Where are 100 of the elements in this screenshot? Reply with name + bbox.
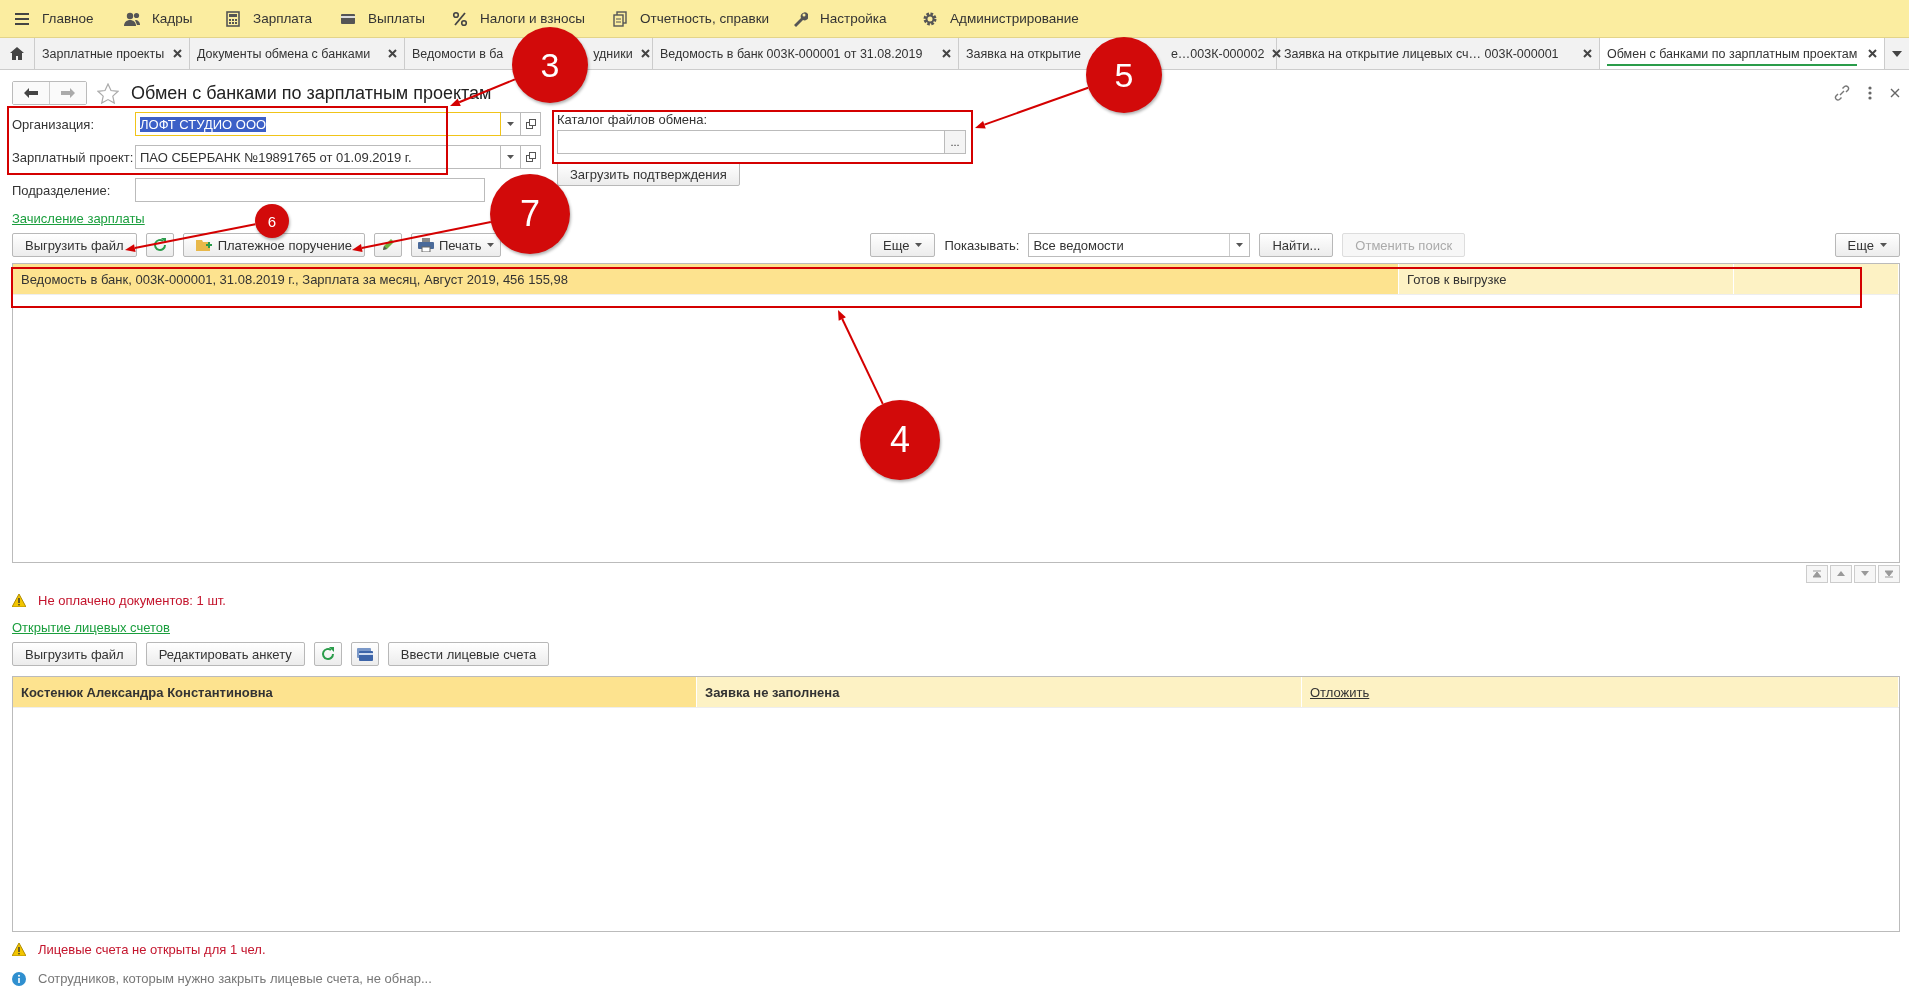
table-cell: Заявка не заполнена [697,677,1302,707]
refresh-button[interactable] [313,642,342,666]
arrow-right-icon [61,88,75,98]
open-icon [525,152,536,162]
refresh-icon [320,647,335,661]
warning-text: Не оплачено документов: 1 шт. [38,593,226,608]
scroll-down-button[interactable] [1854,565,1876,583]
back-button[interactable] [13,82,49,104]
export-button[interactable]: Выгрузить файл [12,233,137,257]
filter-select[interactable]: Все ведомости [1028,233,1251,257]
arrow-down-icon [1861,570,1869,578]
arrow-top-icon [1813,570,1821,578]
people-icon [124,10,140,27]
close-icon[interactable] [942,49,951,58]
table-row[interactable]: Костенюк Александра Константиновна Заявка не заполнена Отложить [13,677,1899,708]
calculator-icon [225,10,241,27]
info-icon [12,971,26,986]
menu-item[interactable]: Налоги и взносы [452,10,612,27]
input-field[interactable] [135,178,485,202]
enter-accounts-button[interactable]: Ввести лицевые счета [387,642,550,666]
field-label: Зарплатный проект: [12,149,135,165]
input-field[interactable] [557,130,944,154]
more-button[interactable]: Еще [1834,233,1900,257]
table-cell: Готов к выгрузке [1399,264,1734,294]
table-row[interactable]: Ведомость в банк, 003К-000001, 31.08.2019 г., Зарплата за месяц, Август 2019, 456 155,98 Готов к выгрузке [13,264,1899,295]
browse-button[interactable]: ... [944,130,966,154]
pencil-icon [380,238,395,252]
scroll-top-button[interactable] [1806,565,1828,583]
arrow-left-icon [24,88,38,98]
close-icon[interactable] [1272,49,1282,58]
more-button[interactable]: Еще [870,233,936,257]
refresh-button[interactable] [145,233,174,257]
menu-item[interactable]: Администрирование [922,10,1079,27]
folder-plus-icon [195,238,212,252]
filter-label: Показывать: [944,237,1020,253]
find-button[interactable]: Найти... [1259,233,1334,257]
refresh-icon [152,238,167,252]
menu-item[interactable]: Отчетность, справки [612,10,792,27]
export-button[interactable]: Выгрузить файл [12,642,137,666]
table-cell: Костенюк Александра Константиновна [13,677,697,707]
tab[interactable]: Обмен с банками по зарплатным проектам [1600,38,1885,69]
dropdown-button[interactable] [501,145,521,169]
document-icon [612,10,628,27]
section-link[interactable]: Открытие лицевых счетов [12,620,170,635]
callout-number: 7 [490,174,570,254]
input-field[interactable]: ПАО СБЕРБАНК №19891765 от 01.09.2019 г. [135,145,501,169]
star-icon[interactable] [97,82,119,104]
caret-icon [1880,243,1887,247]
warning-icon [12,594,26,607]
print-button[interactable]: Печать [410,233,501,257]
home-icon [10,47,24,60]
menu-item[interactable]: Зарплата [225,10,340,27]
warning-icon [12,943,26,956]
payment-button[interactable]: Платежное поручение [182,233,365,257]
caret-icon [507,155,514,159]
open-button[interactable] [521,112,541,136]
tab[interactable]: Зарплатные проекты [35,38,190,69]
table-cell: Ведомость в банк, 003К-000001, 31.08.2019 г., Зарплата за месяц, Август 2019, 456 155,98 [13,264,1399,294]
field-label: Организация: [12,116,96,132]
load-button[interactable]: Загрузить подтверждения [557,162,740,186]
arrow-bottom-icon [1885,570,1893,578]
printer-icon [417,238,434,252]
menu-icon [14,10,30,27]
callout-number: 4 [860,400,940,480]
edit-form-button[interactable]: Редактировать анкету [145,642,305,666]
callout-number: 6 [255,204,289,238]
close-icon[interactable] [388,49,397,58]
tab[interactable]: Ведомость в банк 003К-000001 от 31.08.2019 [653,38,959,69]
caret-icon [1236,243,1244,247]
dropdown-icon[interactable] [1892,50,1902,57]
info-text: Сотрудников, которым нужно закрыть лицевые счета, не обнар... [38,971,432,986]
more-icon[interactable] [1868,86,1872,100]
link-icon[interactable] [1834,85,1850,101]
wrench-icon [792,10,808,27]
cards-icon [356,647,373,661]
scroll-bottom-button[interactable] [1878,565,1900,583]
scroll-up-button[interactable] [1830,565,1852,583]
gear-icon [922,10,938,27]
field-label: Каталог файлов обмена: [557,112,709,129]
menu-item[interactable]: Главное [14,10,124,27]
menu-item[interactable]: Выплаты [340,10,452,27]
postpone-link[interactable]: Отложить [1310,684,1370,700]
input-field[interactable]: ЛОФТ СТУДИО ООО [135,112,501,136]
tab[interactable]: Документы обмена с банками [190,38,405,69]
field-label: Подразделение: [12,182,112,198]
dropdown-button[interactable] [501,112,521,136]
menu-item[interactable]: Настройка [792,10,922,27]
arrow-up-icon [1837,570,1845,578]
close-icon[interactable] [1890,88,1900,98]
close-icon[interactable] [173,49,182,58]
open-icon [525,119,536,129]
menu-item[interactable]: Кадры [124,10,225,27]
close-icon[interactable] [1583,49,1592,58]
warning-text: Лицевые счета не открыты для 1 чел. [38,942,266,957]
close-icon[interactable] [640,49,650,58]
cards-button[interactable] [350,642,379,666]
section-link[interactable]: Зачисление зарплаты [12,211,145,226]
open-button[interactable] [521,145,541,169]
edit-button[interactable] [373,233,402,257]
close-icon[interactable] [1868,49,1877,58]
